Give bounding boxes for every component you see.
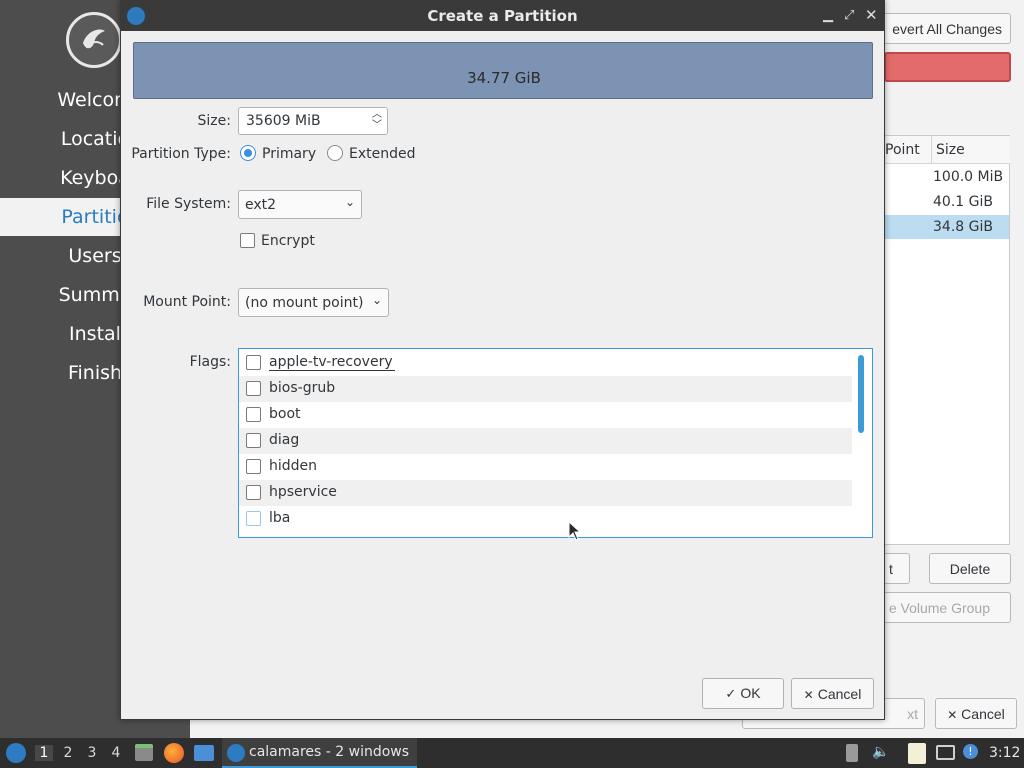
flag-label: bios-grub [269, 380, 336, 396]
partition-size-label: 34.77 GiB [467, 69, 541, 87]
file-system-value: ext2 [245, 197, 277, 213]
table-cell-size[interactable]: 40.1 GiB [933, 190, 993, 214]
primary-radio-label[interactable]: Primary [262, 146, 316, 162]
flag-checkbox[interactable] [246, 433, 261, 448]
notes-icon[interactable] [908, 743, 926, 764]
volume-group-button[interactable]: e Volume Group [872, 592, 1011, 623]
delete-button[interactable]: Delete [929, 553, 1011, 584]
taskbar: 1 2 3 4 calamares - 2 windows 🔈 ! 3:12 [0, 738, 1024, 768]
flag-checkbox[interactable] [246, 511, 261, 526]
check-icon: ✓ [725, 686, 737, 701]
clock[interactable]: 3:12 [989, 745, 1020, 761]
flag-label: diag [269, 432, 300, 448]
firefox-icon[interactable] [164, 743, 184, 763]
update-notifier-icon[interactable]: ! [963, 744, 978, 759]
close-icon: ✕ [803, 687, 814, 702]
list-item[interactable]: apple-tv-recovery [239, 350, 852, 376]
close-icon[interactable]: ✕ [865, 6, 878, 24]
partition-usage-bar [884, 52, 1011, 82]
mount-point-label: Mount Point: [143, 294, 231, 310]
list-item[interactable]: diag [239, 428, 852, 454]
background-cancel-button[interactable]: ✕ Cancel [935, 698, 1017, 729]
encrypt-checkbox[interactable] [240, 233, 255, 248]
encrypt-label[interactable]: Encrypt [261, 233, 315, 249]
partitions-table[interactable]: Point Size 100.0 MiB 40.1 GiB 34.8 GiB [884, 135, 1010, 545]
flag-label: apple-tv-recovery [269, 354, 395, 371]
flag-label: boot [269, 406, 301, 422]
close-icon: ✕ [947, 707, 958, 722]
partition-type-label: Partition Type: [131, 146, 231, 162]
background-cancel-label: Cancel [961, 705, 1005, 722]
column-header-mount-point[interactable]: Point [885, 136, 931, 164]
workspace-4[interactable]: 4 [107, 745, 125, 761]
table-cell-size[interactable]: 34.8 GiB [933, 215, 993, 239]
list-item[interactable]: lba [239, 506, 852, 532]
flags-scrollbar[interactable] [858, 355, 864, 433]
extended-radio-label[interactable]: Extended [349, 146, 416, 162]
clipboard-icon[interactable] [846, 744, 858, 762]
task-button-calamares[interactable]: calamares - 2 windows [222, 738, 417, 768]
file-system-label: File System: [146, 196, 231, 212]
flag-checkbox[interactable] [246, 459, 261, 474]
flag-checkbox[interactable] [246, 485, 261, 500]
list-item[interactable]: hidden [239, 454, 852, 480]
column-header-size[interactable]: Size [931, 136, 1010, 164]
dialog-title: Create a Partition [427, 7, 578, 25]
ok-button[interactable]: ✓ OK [702, 678, 784, 709]
desktop-icon[interactable] [194, 745, 214, 761]
mount-point-value: (no mount point) [245, 295, 364, 311]
primary-radio[interactable] [240, 145, 256, 161]
file-manager-icon[interactable] [135, 744, 153, 761]
flag-checkbox[interactable] [246, 407, 261, 422]
calamares-icon [227, 744, 245, 762]
flag-label: hidden [269, 458, 318, 474]
revert-all-changes-button[interactable]: evert All Changes [872, 13, 1011, 44]
start-menu-icon[interactable] [6, 743, 26, 763]
table-cell-size[interactable]: 100.0 MiB [933, 165, 1003, 189]
chevron-down-icon: ⌄ [344, 195, 355, 209]
size-value: 35609 MiB [246, 113, 321, 129]
list-item[interactable]: bios-grub [239, 376, 852, 402]
spin-arrows-icon[interactable]: ︿ ﹀ [372, 109, 382, 131]
partition-preview-bar: 34.77 GiB [133, 42, 873, 99]
list-item[interactable]: hpservice [239, 480, 852, 506]
workspace-3[interactable]: 3 [83, 745, 101, 761]
minimize-icon[interactable]: ▁ [823, 8, 833, 23]
maximize-icon[interactable]: ⤢ [844, 8, 854, 23]
task-label: calamares - 2 windows [249, 744, 410, 760]
display-icon[interactable] [936, 745, 955, 760]
list-item[interactable]: boot [239, 402, 852, 428]
flag-label: hpservice [269, 484, 337, 500]
size-label: Size: [197, 113, 231, 129]
flags-list[interactable]: apple-tv-recovery bios-grub boot diag hi… [238, 348, 873, 538]
flag-checkbox[interactable] [246, 381, 261, 396]
create-partition-dialog: Create a Partition ▁ ⤢ ✕ 34.77 GiB Size:… [120, 0, 885, 720]
flag-checkbox[interactable] [246, 355, 261, 370]
distro-logo [66, 12, 122, 68]
chevron-down-icon: ⌄ [371, 293, 382, 307]
dialog-titlebar[interactable]: Create a Partition ▁ ⤢ ✕ [121, 1, 884, 31]
workspace-1[interactable]: 1 [35, 745, 53, 761]
volume-icon[interactable]: 🔈 [872, 744, 889, 760]
mount-point-combo[interactable]: (no mount point) ⌄ [238, 288, 389, 317]
flags-label: Flags: [189, 354, 231, 370]
ok-button-label: OK [740, 685, 761, 701]
mouse-cursor-icon [568, 521, 582, 541]
file-system-combo[interactable]: ext2 ⌄ [238, 190, 362, 219]
size-spinbox[interactable]: 35609 MiB ︿ ﹀ [238, 107, 388, 135]
cancel-button-label: Cancel [817, 685, 862, 702]
workspace-2[interactable]: 2 [59, 745, 77, 761]
flag-label: lba [269, 510, 291, 526]
cancel-button[interactable]: ✕ Cancel [791, 678, 874, 709]
extended-radio[interactable] [327, 145, 343, 161]
